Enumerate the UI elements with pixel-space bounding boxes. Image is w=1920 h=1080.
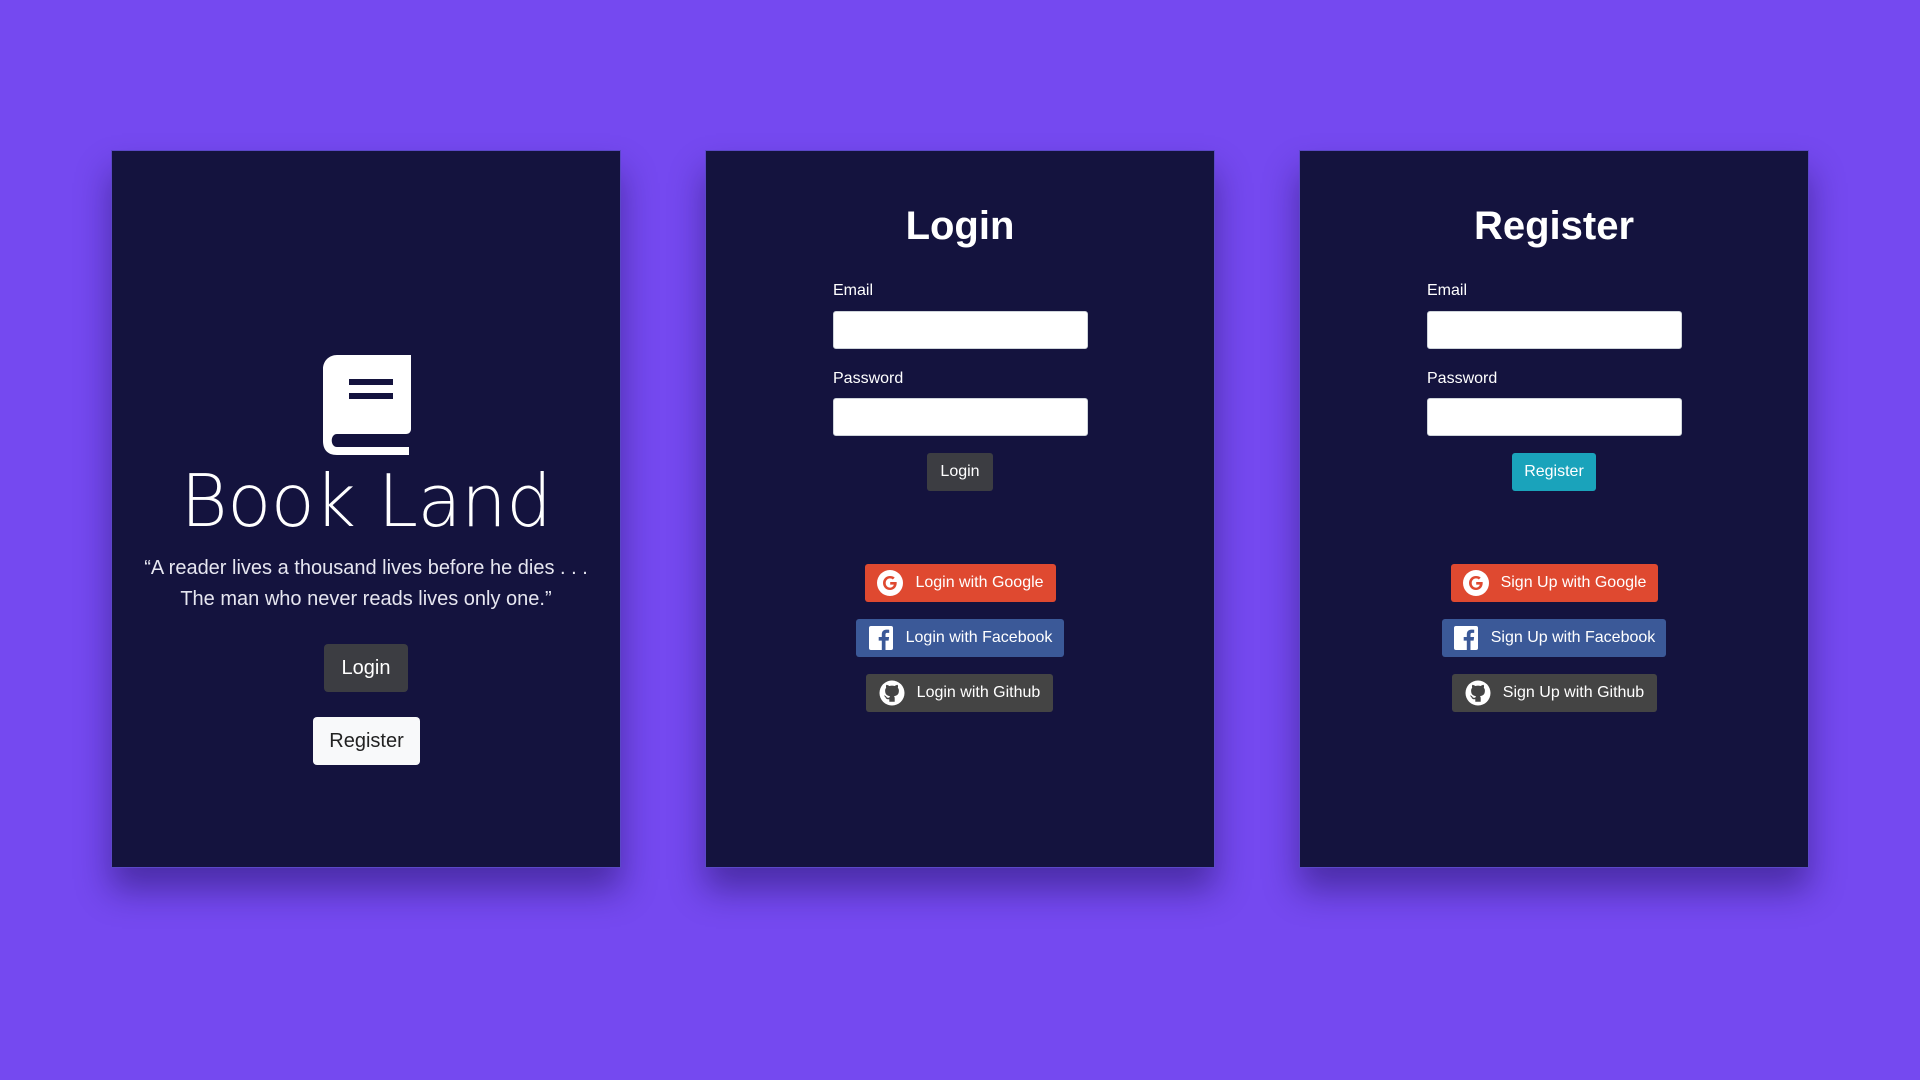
register-card: Register Email Password Register Sign Up… — [1299, 150, 1809, 868]
register-email-input[interactable] — [1427, 311, 1682, 349]
register-github-label: Sign Up with Github — [1502, 684, 1645, 701]
login-facebook-button[interactable]: Login with Facebook — [856, 619, 1064, 657]
register-facebook-button[interactable]: Sign Up with Facebook — [1442, 619, 1666, 657]
login-card: Login Email Password Login Login with Go… — [705, 150, 1215, 868]
facebook-icon — [1453, 625, 1479, 651]
login-submit-button[interactable]: Login — [927, 453, 993, 491]
register-facebook-label: Sign Up with Facebook — [1490, 629, 1656, 646]
facebook-icon — [868, 625, 894, 651]
login-google-button[interactable]: Login with Google — [865, 564, 1056, 602]
login-password-input[interactable] — [833, 398, 1088, 436]
github-icon — [1465, 680, 1491, 706]
register-google-label: Sign Up with Google — [1500, 574, 1647, 591]
home-login-button[interactable]: Login — [324, 644, 408, 692]
login-title: Login — [905, 204, 1015, 248]
register-password-input[interactable] — [1427, 398, 1682, 436]
register-password-label: Password — [1427, 370, 1498, 387]
github-icon — [879, 680, 905, 706]
google-icon — [877, 570, 904, 596]
register-google-button[interactable]: Sign Up with Google — [1451, 564, 1658, 602]
login-password-label: Password — [833, 370, 904, 387]
login-email-input[interactable] — [833, 311, 1088, 349]
login-github-button[interactable]: Login with Github — [866, 674, 1053, 712]
register-github-button[interactable]: Sign Up with Github — [1452, 674, 1657, 712]
book-icon — [323, 355, 411, 455]
login-facebook-label: Login with Facebook — [905, 629, 1053, 646]
quote-line-2: The man who never reads lives only one.” — [180, 588, 552, 610]
quote-line-1: “A reader lives a thousand lives before … — [144, 557, 588, 579]
login-github-label: Login with Github — [916, 684, 1041, 701]
quote: “A reader lives a thousand lives before … — [112, 553, 620, 615]
register-submit-button[interactable]: Register — [1512, 453, 1596, 491]
register-email-label: Email — [1427, 282, 1468, 299]
home-register-button[interactable]: Register — [313, 717, 420, 765]
login-email-label: Email — [833, 282, 874, 299]
brand-title: Book Land — [180, 459, 552, 543]
register-title: Register — [1473, 204, 1635, 248]
google-icon — [1462, 570, 1489, 596]
home-card: Book Land “A reader lives a thousand liv… — [111, 150, 621, 868]
login-google-label: Login with Google — [915, 574, 1044, 591]
